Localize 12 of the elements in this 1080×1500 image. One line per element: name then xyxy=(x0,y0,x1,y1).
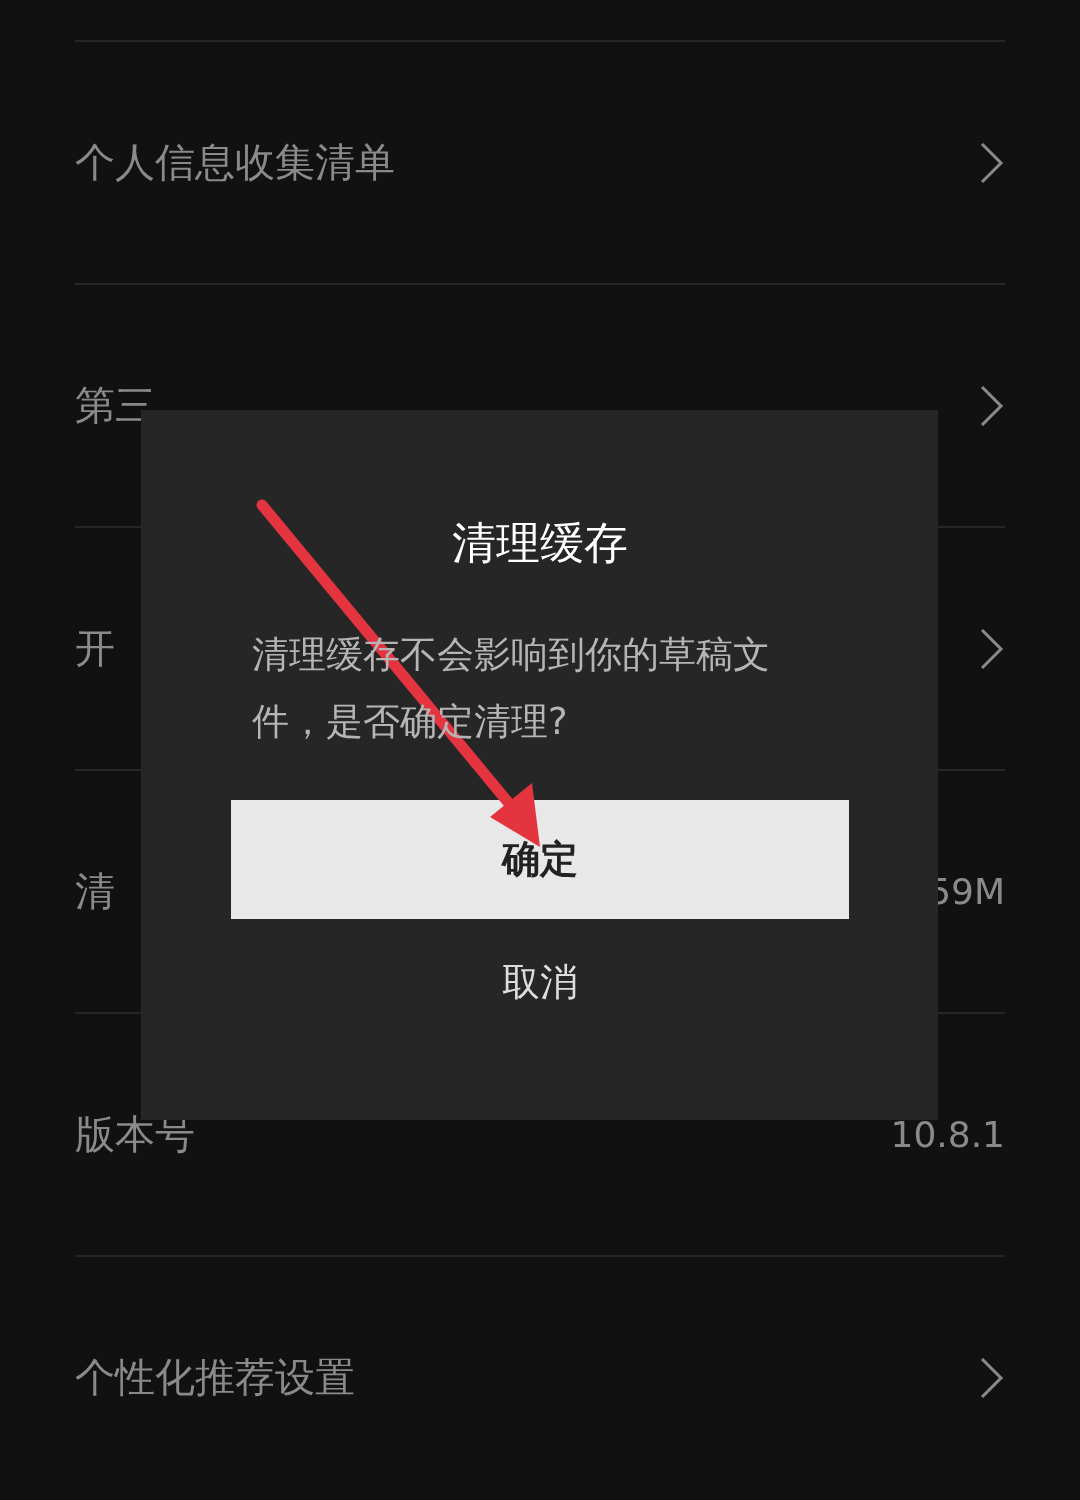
chevron-right-icon xyxy=(979,626,1005,671)
chevron-right-icon xyxy=(979,140,1005,185)
chevron-right-icon xyxy=(979,1355,1005,1400)
cancel-button[interactable]: 取消 xyxy=(481,947,598,1018)
setting-label: 个人信息收集清单 xyxy=(75,138,395,187)
setting-label: 开 xyxy=(75,624,115,673)
setting-label: 个性化推荐设置 xyxy=(75,1353,355,1402)
chevron-right-icon xyxy=(979,383,1005,428)
confirm-button[interactable]: 确定 xyxy=(230,800,849,919)
dialog-title: 清理缓存 xyxy=(451,516,628,570)
setting-value: 10.8.1 xyxy=(890,1114,1005,1155)
setting-label: 清 xyxy=(75,867,115,916)
